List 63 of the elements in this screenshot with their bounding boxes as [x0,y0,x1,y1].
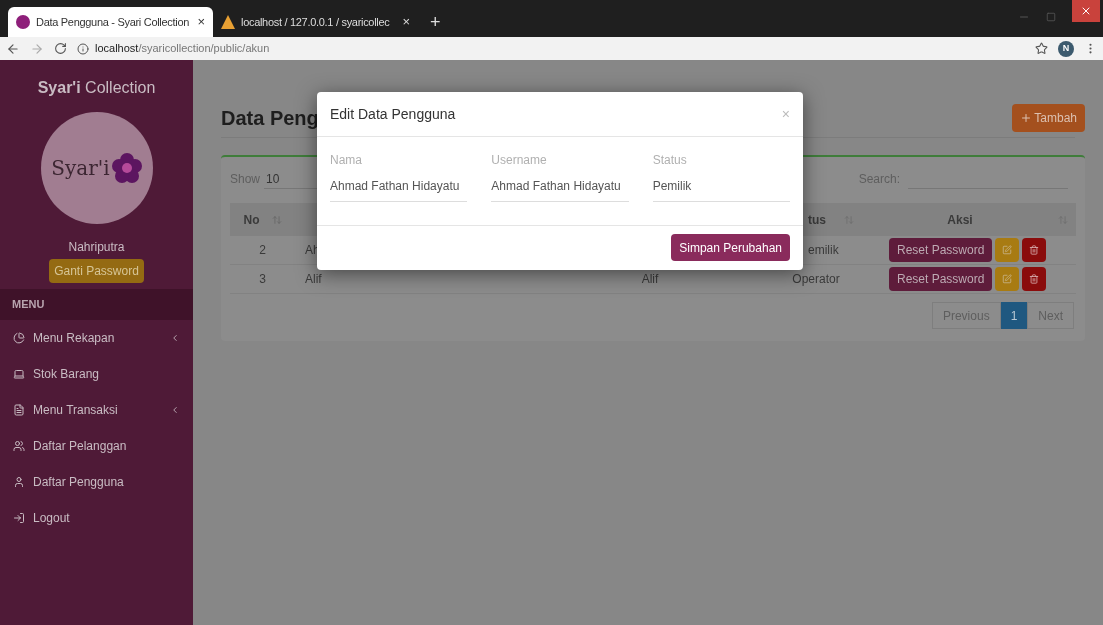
table-cell-text: 2 [258,242,267,259]
edit-icon [1002,245,1013,255]
delete-button[interactable] [1022,267,1047,291]
maximize-icon[interactable] [1046,12,1056,22]
browser-tab[interactable]: Data Pengguna - Syari Collection × [8,7,213,37]
chevron-icon [170,332,180,343]
favicon [16,15,30,29]
users-icon [13,439,25,452]
input-field[interactable]: Ahmad Fathan Hidayatu [330,177,468,202]
trash-icon [1029,245,1040,255]
edit-button[interactable] [995,238,1020,262]
table-cell-text: Alif [640,271,660,288]
reload-icon[interactable] [54,42,67,55]
table-cell-text: Operator [791,271,841,288]
forward-icon[interactable] [30,41,44,56]
menu-header: MENU [0,289,193,320]
tab-title: Data Pengguna - Syari Collection [36,14,191,30]
sidebar-menu-item[interactable]: Stok Barang [0,355,193,392]
sidebar-menu-item[interactable]: Logout [0,499,193,536]
pie-chart-icon [13,331,25,344]
edit-icon [1002,274,1013,284]
input-field[interactable]: Pemilik [652,177,790,202]
field-label: Nama [330,152,363,169]
field-label: Username [491,152,548,169]
favicon [221,15,235,29]
sidebar-menu-item[interactable]: Daftar Pelanggan [0,427,193,464]
plus-icon [1020,112,1033,124]
back-icon[interactable] [6,41,20,56]
bookmark-star-icon[interactable] [1035,42,1048,55]
sidebar-title: Syar'i Collection [36,78,157,98]
trash-icon [1029,274,1040,284]
new-tab-button[interactable]: + [418,7,453,37]
tab-close-button[interactable]: × [402,12,410,32]
pagination-button[interactable]: 1 [1000,302,1028,329]
save-button[interactable]: Simpan Perubahan [671,234,790,261]
chevron-icon [170,404,180,415]
url-text: localhost/syaricollection/public/akun [95,41,270,57]
sidebar-menu-item[interactable]: Menu Transaksi [0,391,193,428]
logo-drawing: Syar'i [40,112,153,224]
document-icon [13,403,25,416]
sidebar-menu-item[interactable]: Daftar Pengguna [0,463,193,500]
user-name: Nahriputra [67,239,126,256]
field-label: Status [652,152,688,169]
table-cell-text: 3 [258,271,267,288]
close-window-button[interactable] [1072,0,1100,22]
info-icon [77,42,89,55]
delete-button[interactable] [1022,238,1047,262]
sidebar-menu-item[interactable]: Menu Rekapan [0,319,193,356]
table-cell-text: Alif [304,271,323,288]
reset-password-button[interactable]: Reset Password [889,267,993,291]
edit-button[interactable] [995,267,1020,291]
tab-close-button[interactable]: × [197,12,205,32]
exit-icon [13,511,25,524]
input-field[interactable]: Ahmad Fathan Hidayatu [491,177,629,202]
reset-password-button[interactable]: Reset Password [889,238,993,262]
user-icon [13,475,25,488]
browser-tab[interactable]: localhost / 127.0.0.1 / syaricollec × [213,7,418,37]
dialog-title: Edit Data Pengguna [330,104,456,124]
tab-title: localhost / 127.0.0.1 / syaricollec [241,14,391,30]
profile-avatar[interactable]: N [1058,40,1074,57]
page-title: Data Peng [221,106,319,131]
laptop-icon [13,367,25,380]
close-icon [1080,5,1092,17]
